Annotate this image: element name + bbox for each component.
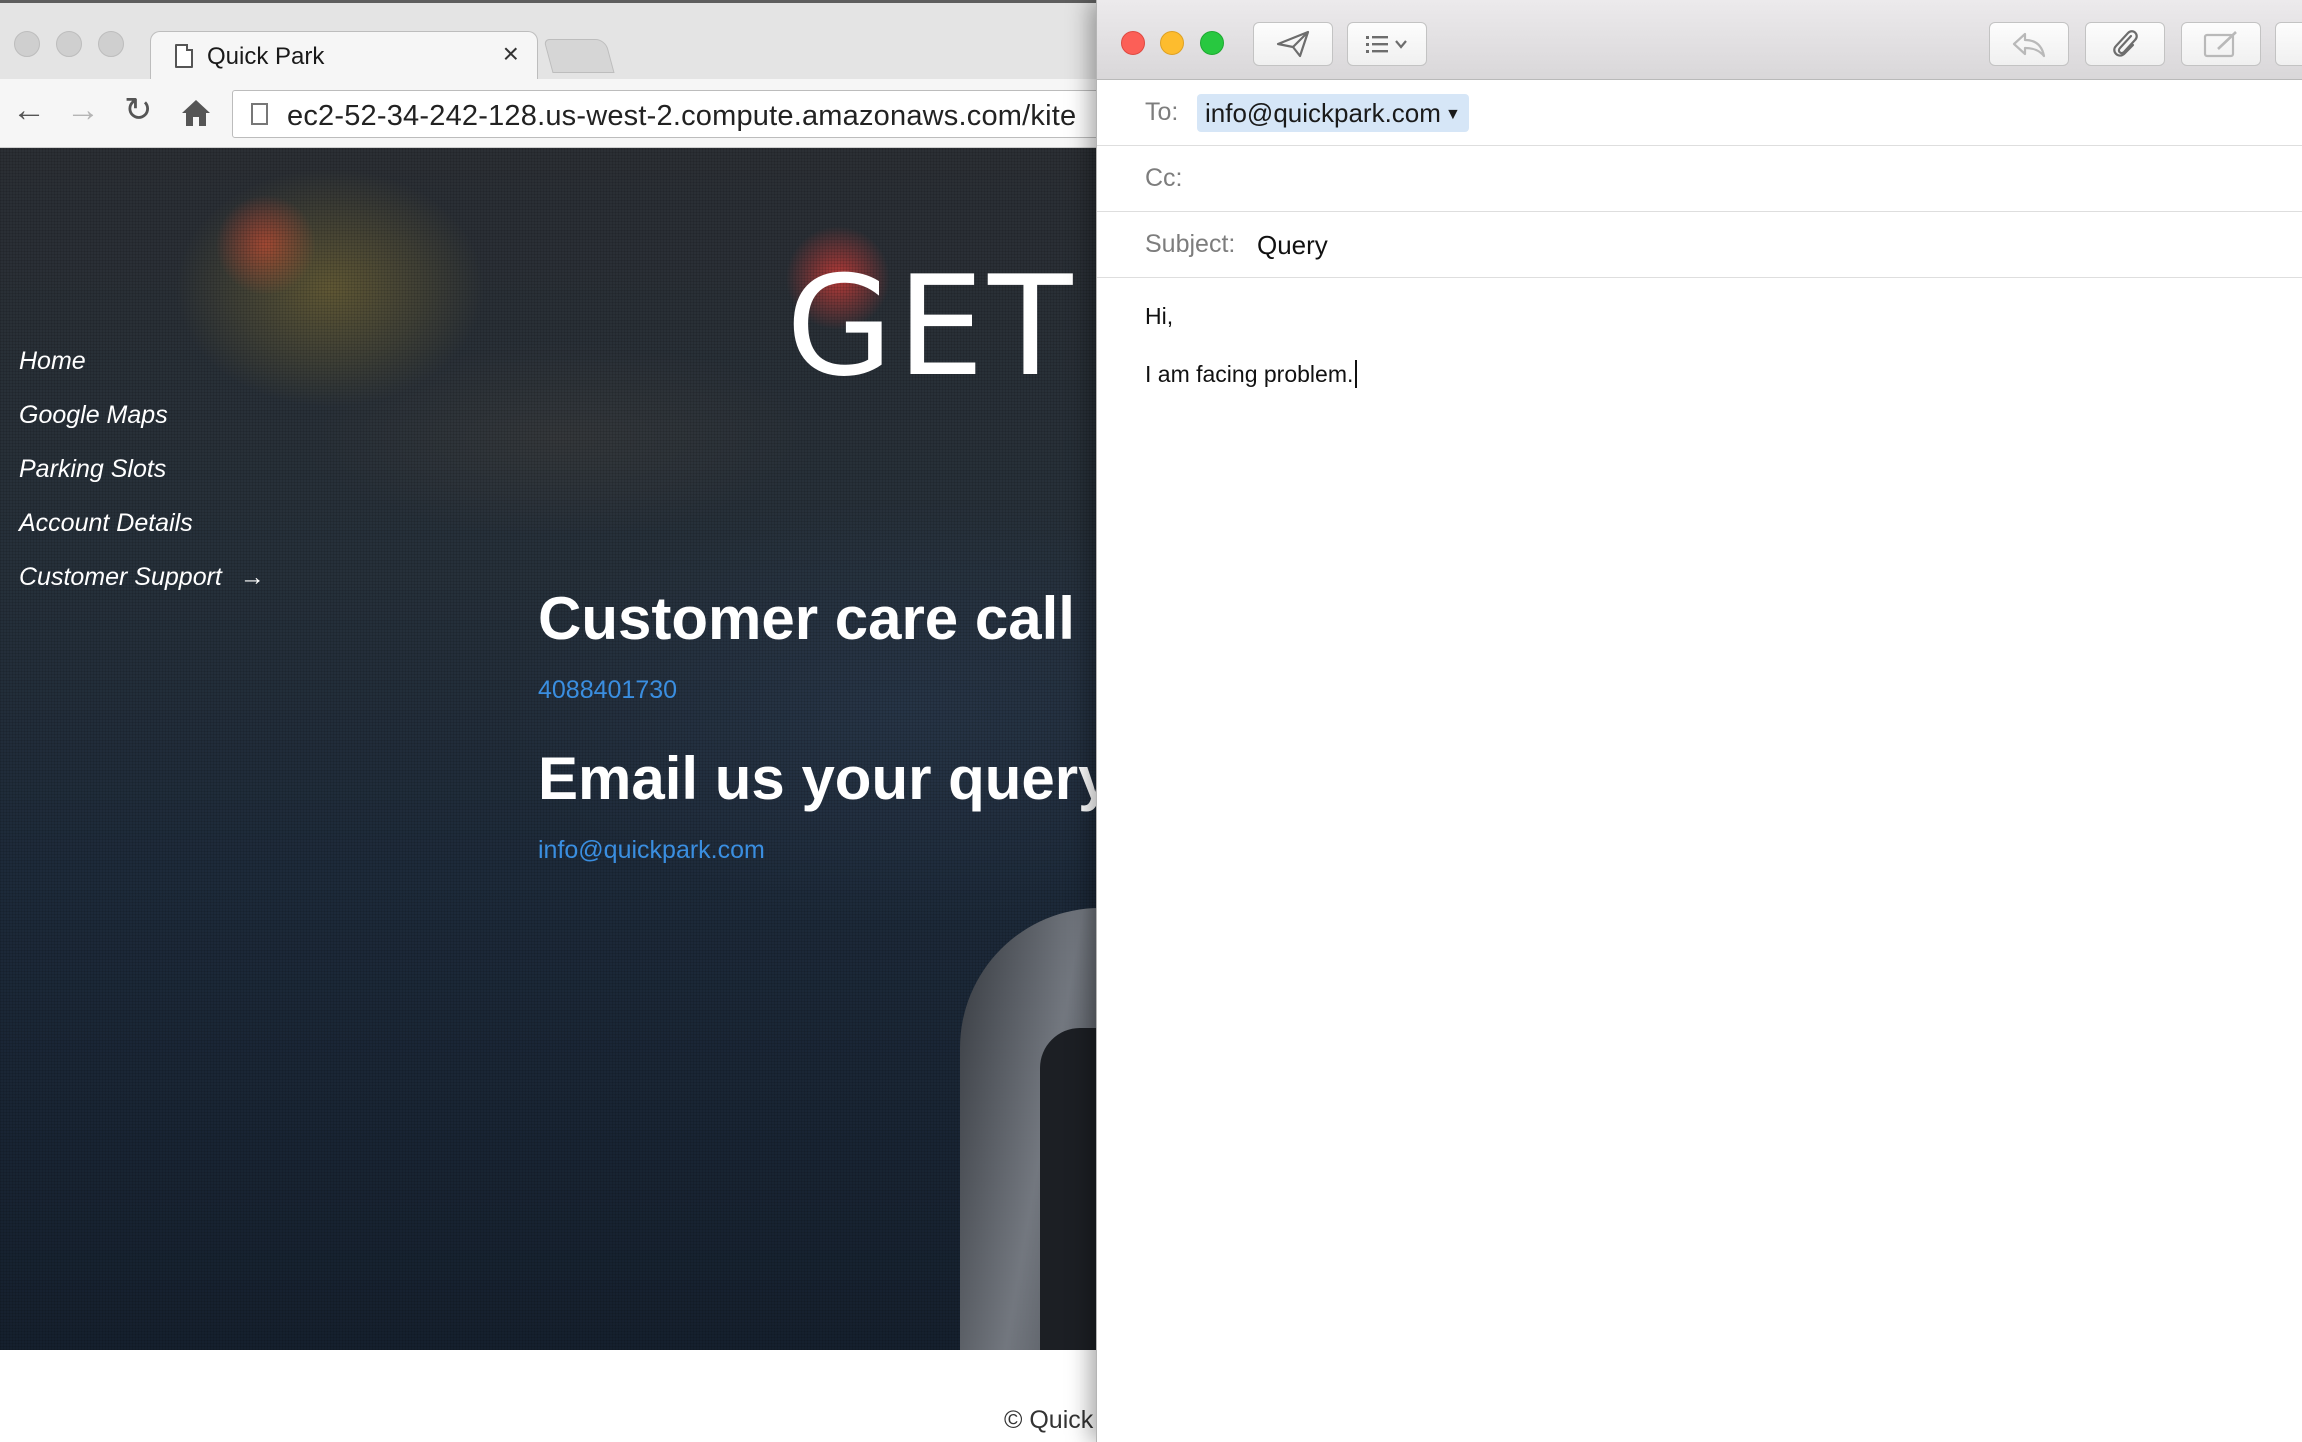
page-icon bbox=[251, 103, 268, 125]
more-button[interactable] bbox=[2275, 22, 2302, 66]
subject-input[interactable]: Query bbox=[1257, 230, 1328, 261]
back-icon[interactable]: ← bbox=[12, 93, 46, 127]
browser-tab[interactable]: Quick Park × bbox=[150, 31, 538, 82]
home-icon[interactable] bbox=[180, 97, 212, 129]
arrow-right-icon: → bbox=[239, 563, 265, 591]
tab-page-icon bbox=[175, 44, 193, 68]
browser-tab-strip: Quick Park × bbox=[0, 0, 1120, 82]
web-page-hero: Home Google Maps Parking Slots Account D… bbox=[0, 148, 1120, 1350]
reply-button[interactable] bbox=[1989, 22, 2069, 66]
browser-close-light[interactable] bbox=[14, 31, 40, 57]
markup-icon bbox=[2203, 31, 2237, 58]
tab-title: Quick Park bbox=[207, 43, 325, 70]
body-line: Hi, bbox=[1145, 303, 1174, 329]
nav-home[interactable]: Home bbox=[19, 334, 265, 388]
text-caret bbox=[1355, 360, 1358, 388]
send-icon bbox=[1276, 30, 1310, 58]
browser-window: Quick Park × ← → ↻ ec2-52-34-242-128.us-… bbox=[0, 0, 1120, 1442]
format-list-button[interactable] bbox=[1347, 22, 1427, 66]
markup-button[interactable] bbox=[2181, 22, 2261, 66]
body-line-text: I am facing problem. bbox=[1145, 361, 1354, 387]
reply-icon bbox=[2012, 32, 2046, 58]
nav-google-maps[interactable]: Google Maps bbox=[19, 388, 265, 442]
format-list-icon bbox=[1366, 36, 1407, 53]
browser-minimize-light[interactable] bbox=[56, 31, 82, 57]
reload-icon[interactable]: ↻ bbox=[124, 93, 153, 127]
email-heading: Email us your query bbox=[538, 745, 1112, 812]
cc-field-row[interactable]: Cc: bbox=[1097, 146, 2302, 212]
chevron-down-icon[interactable]: ▼ bbox=[1445, 106, 1461, 123]
nav-account-details[interactable]: Account Details bbox=[19, 496, 265, 550]
email-link[interactable]: info@quickpark.com bbox=[538, 836, 765, 865]
window-close-button[interactable] bbox=[1121, 31, 1145, 55]
site-nav: Home Google Maps Parking Slots Account D… bbox=[19, 334, 265, 604]
cc-label: Cc: bbox=[1145, 164, 1183, 192]
nav-customer-support[interactable]: Customer Support → bbox=[19, 550, 265, 604]
to-label: To: bbox=[1145, 98, 1179, 126]
site-footer: © Quick bbox=[0, 1350, 1120, 1442]
send-button[interactable] bbox=[1253, 22, 1333, 66]
recipient-token[interactable]: info@quickpark.com ▼ bbox=[1197, 94, 1469, 132]
browser-toolbar: ← → ↻ ec2-52-34-242-128.us-west-2.comput… bbox=[0, 79, 1120, 148]
message-body[interactable]: Hi, I am facing problem. bbox=[1145, 303, 1358, 417]
footer-copyright: © Quick bbox=[1004, 1406, 1094, 1434]
forward-icon[interactable]: → bbox=[66, 93, 100, 127]
window-minimize-button[interactable] bbox=[1160, 31, 1184, 55]
hero-text: GET bbox=[786, 246, 1077, 407]
customer-care-heading: Customer care call bbox=[538, 585, 1075, 652]
new-tab-button[interactable] bbox=[543, 39, 615, 73]
mail-compose-window: To: info@quickpark.com ▼ Cc: Subject: Que… bbox=[1096, 0, 2302, 1442]
browser-maximize-light[interactable] bbox=[98, 31, 124, 57]
nav-customer-support-label: Customer Support bbox=[19, 563, 222, 591]
window-maximize-button[interactable] bbox=[1200, 31, 1224, 55]
attachment-icon bbox=[2113, 30, 2138, 57]
tab-close-icon[interactable]: × bbox=[503, 40, 519, 68]
mail-toolbar bbox=[1097, 0, 2302, 80]
body-line-with-caret: I am facing problem. bbox=[1145, 360, 1358, 417]
to-field-row: To: info@quickpark.com ▼ bbox=[1097, 80, 2302, 146]
url-text[interactable]: ec2-52-34-242-128.us-west-2.compute.amaz… bbox=[287, 100, 1076, 133]
recipient-address: info@quickpark.com bbox=[1205, 98, 1441, 128]
address-bar[interactable]: ec2-52-34-242-128.us-west-2.compute.amaz… bbox=[232, 90, 1120, 138]
subject-label: Subject: bbox=[1145, 230, 1236, 258]
nav-parking-slots[interactable]: Parking Slots bbox=[19, 442, 265, 496]
phone-link[interactable]: 4088401730 bbox=[538, 676, 677, 705]
subject-field-row[interactable]: Subject: Query bbox=[1097, 212, 2302, 278]
attach-button[interactable] bbox=[2085, 22, 2165, 66]
